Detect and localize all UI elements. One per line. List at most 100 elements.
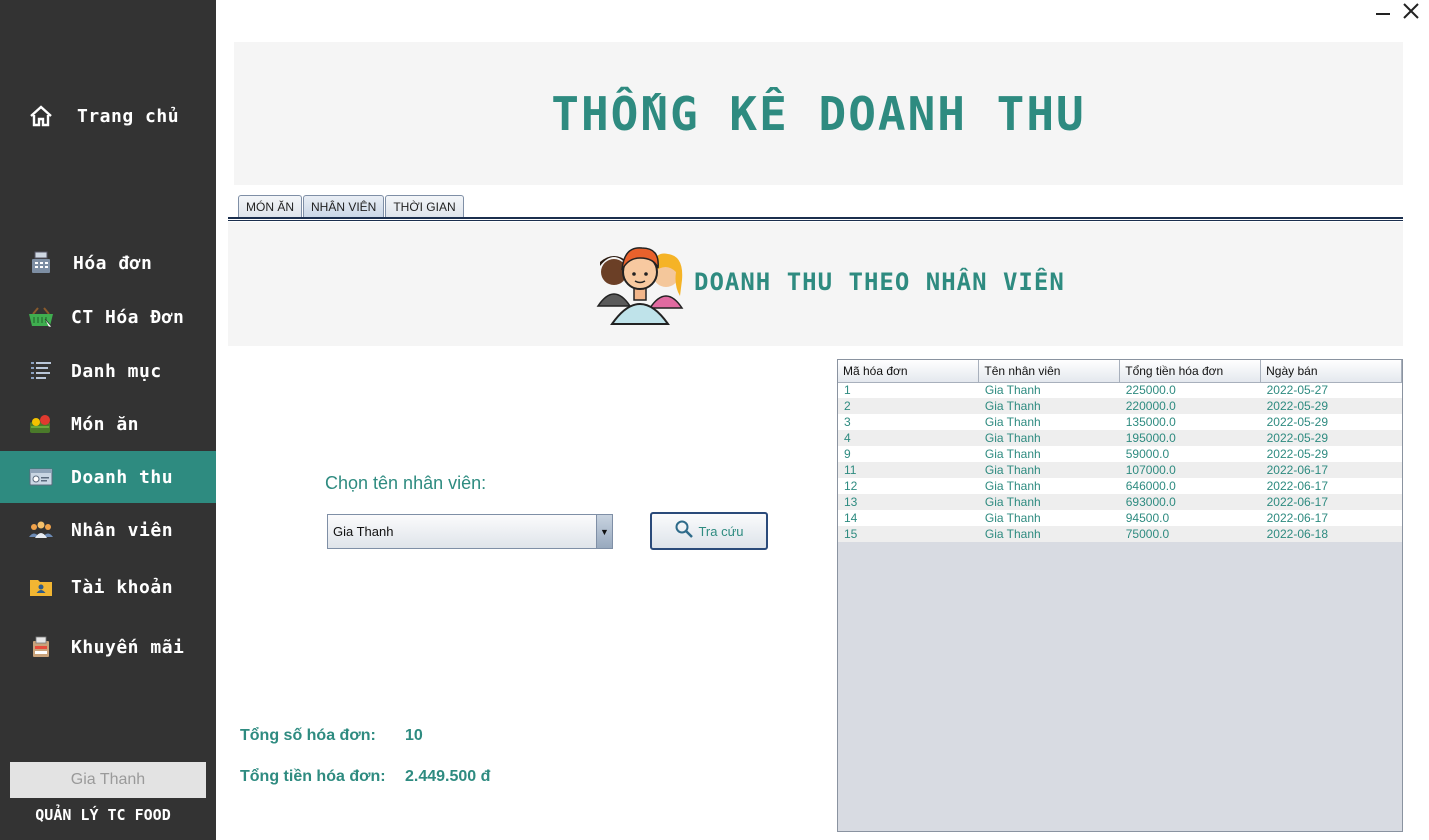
table-cell: 94500.0 [1119,510,1261,526]
table-cell: Gia Thanh [978,478,1120,494]
table-cell: 2 [838,398,979,414]
table-cell: 3 [838,414,979,430]
search-button[interactable]: Tra cứu [650,512,768,550]
table-cell: 220000.0 [1119,398,1261,414]
invoice-count-value: 10 [405,727,423,744]
table-row[interactable]: 4 Gia Thanh 195000.0 2022-05-29 [838,430,1402,446]
app-name: QUẢN LÝ TC FOOD [35,806,171,824]
table-cell: Gia Thanh [978,446,1120,462]
table-cell: 75000.0 [1119,526,1261,542]
sidebar-item-label: Trang chủ [77,105,180,127]
table-cell: 4 [838,430,979,446]
table-cell: 15 [838,526,979,542]
people-icon [28,517,54,543]
table-cell: 2022-06-17 [1260,510,1402,526]
table-row[interactable]: 14 Gia Thanh 94500.0 2022-06-17 [838,510,1402,526]
table-cell: 107000.0 [1119,462,1261,478]
minimize-button[interactable] [1371,2,1395,26]
table-row[interactable]: 11 Gia Thanh 107000.0 2022-06-17 [838,462,1402,478]
table-cell: 2022-06-17 [1260,494,1402,510]
chevron-down-icon[interactable]: ▼ [596,515,612,548]
table-cell: 2022-06-17 [1260,462,1402,478]
sidebar-item-ct-hoa-don[interactable]: CT Hóa Đơn [0,291,216,343]
home-icon [28,103,54,129]
invoice-count-label: Tổng số hóa đơn: [240,727,376,744]
table-cell: Gia Thanh [978,382,1120,398]
sidebar-item-label: Tài khoản [71,576,174,598]
table-cell: 2022-05-29 [1260,414,1402,430]
table-row[interactable]: 2 Gia Thanh 220000.0 2022-05-29 [838,398,1402,414]
close-icon [1402,0,1420,25]
table-row[interactable]: 3 Gia Thanh 135000.0 2022-05-29 [838,414,1402,430]
table-cell: 9 [838,446,979,462]
sidebar-item-label: Khuyến mãi [71,636,185,658]
table-cell: Gia Thanh [978,462,1120,478]
tab-mon-an[interactable]: MÓN ĂN [238,195,302,218]
search-button-label: Tra cứu [698,523,744,539]
sidebar-item-mon-an[interactable]: Món ăn [0,398,216,450]
table-cell: 1 [838,382,979,398]
sidebar-item-hoa-don[interactable]: Hóa đơn [0,237,216,289]
table-cell: 14 [838,510,979,526]
sidebar-item-trang-chu[interactable]: Trang chủ [0,90,216,142]
sidebar-item-label: Doanh thu [71,466,174,488]
table-cell: 195000.0 [1119,430,1261,446]
table-header-row: Mã hóa đơn Tên nhân viên Tổng tiền hóa đ… [838,360,1402,383]
table-cell: Gia Thanh [978,430,1120,446]
table-row[interactable]: 13 Gia Thanh 693000.0 2022-06-17 [838,494,1402,510]
column-header[interactable]: Mã hóa đơn [838,360,980,383]
table-cell: 13 [838,494,979,510]
sidebar-item-label: CT Hóa Đơn [71,306,185,328]
table-cell: 2022-05-29 [1260,430,1402,446]
table-cell: 12 [838,478,979,494]
column-header[interactable]: Tổng tiền hóa đơn [1119,360,1262,383]
table-cell: Gia Thanh [978,510,1120,526]
table-cell: 225000.0 [1119,382,1261,398]
table-cell: Gia Thanh [978,414,1120,430]
current-user-box: Gia Thanh [10,762,206,798]
table-cell: Gia Thanh [978,494,1120,510]
search-icon [674,519,694,544]
employee-select[interactable]: Gia Thanh ▼ [327,514,613,549]
tab-divider [228,217,1403,221]
table-cell: 646000.0 [1119,478,1261,494]
promotion-icon [28,634,54,660]
table-row[interactable]: 12 Gia Thanh 646000.0 2022-06-17 [838,478,1402,494]
sidebar-item-label: Hóa đơn [73,252,153,274]
column-header[interactable]: Tên nhân viên [978,360,1121,383]
section-title: DOANH THU THEO NHÂN VIÊN [694,268,1065,296]
column-header[interactable]: Ngày bán [1260,360,1402,383]
table-cell: 2022-05-29 [1260,446,1402,462]
invoice-total-label: Tổng tiền hóa đơn: [240,768,386,785]
basket-icon [28,304,54,330]
invoice-table[interactable]: Mã hóa đơn Tên nhân viên Tổng tiền hóa đ… [837,359,1403,832]
page-title: THỐNG KÊ DOANH THU [551,86,1086,141]
sidebar-item-doanh-thu[interactable]: Doanh thu [0,451,216,503]
sidebar-item-danh-muc[interactable]: Danh mục [0,345,216,397]
table-cell: 2022-05-27 [1260,382,1402,398]
table-row[interactable]: 1 Gia Thanh 225000.0 2022-05-27 [838,382,1402,398]
tab-nhan-vien[interactable]: NHÂN VIÊN [303,195,385,218]
sidebar-item-tai-khoan[interactable]: Tài khoản [0,561,216,613]
table-row[interactable]: 15 Gia Thanh 75000.0 2022-06-18 [838,526,1402,542]
table-cell: 59000.0 [1119,446,1261,462]
employee-select-value: Gia Thanh [333,524,394,539]
sidebar: Trang chủ Hóa đơn CT Hóa Đơn Danh mục Mó [0,0,216,840]
table-cell: Gia Thanh [978,398,1120,414]
table-cell: 2022-05-29 [1260,398,1402,414]
close-button[interactable] [1399,2,1423,26]
app-window: Trang chủ Hóa đơn CT Hóa Đơn Danh mục Mó [0,0,1429,840]
tab-bar: MÓN ĂN NHÂN VIÊN THỜI GIAN [238,195,465,218]
employee-select-label: Chọn tên nhân viên: [325,473,487,493]
table-cell: 2022-06-18 [1260,526,1402,542]
table-cell: Gia Thanh [978,526,1120,542]
sidebar-item-nhan-vien[interactable]: Nhân viên [0,504,216,556]
invoice-total-value: 2.449.500 đ [405,768,491,785]
revenue-icon [28,464,54,490]
tab-thoi-gian[interactable]: THỜI GIAN [385,195,464,218]
sidebar-item-khuyen-mai[interactable]: Khuyến mãi [0,621,216,673]
table-row[interactable]: 9 Gia Thanh 59000.0 2022-05-29 [838,446,1402,462]
cash-register-icon [28,250,54,276]
header-panel: THỐNG KÊ DOANH THU [234,42,1403,185]
sidebar-item-label: Món ăn [71,413,140,435]
